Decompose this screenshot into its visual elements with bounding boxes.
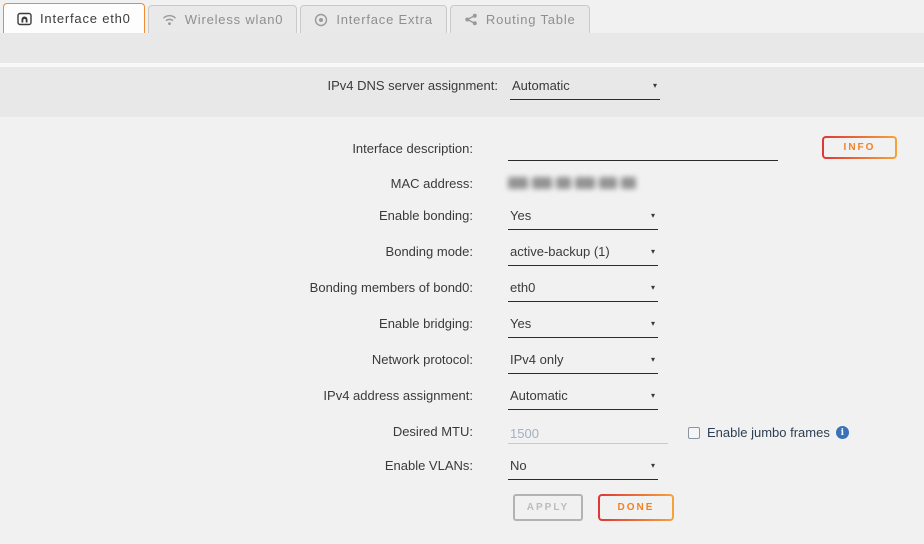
tab-label: Interface eth0 bbox=[40, 11, 131, 26]
ipv4-assignment-label: IPv4 address assignment: bbox=[0, 388, 473, 404]
tab-interface-eth0[interactable]: Interface eth0 bbox=[3, 3, 145, 33]
tab-label: Interface Extra bbox=[336, 12, 433, 27]
dns-section: IPv4 DNS server assignment: Automatic ▾ bbox=[0, 67, 924, 117]
info-circle-icon[interactable]: i bbox=[836, 426, 849, 439]
tab-routing-table[interactable]: Routing Table bbox=[450, 5, 590, 33]
bonding-mode-select[interactable]: active-backup (1) ▾ bbox=[508, 244, 658, 266]
enable-bonding-label: Enable bonding: bbox=[0, 208, 473, 224]
ethernet-port-icon bbox=[17, 12, 32, 26]
tab-interface-extra[interactable]: Interface Extra bbox=[300, 5, 447, 33]
wifi-icon bbox=[162, 13, 177, 26]
bonding-mode-label: Bonding mode: bbox=[0, 244, 473, 260]
selected-value: IPv4 only bbox=[510, 352, 563, 368]
network-protocol-select[interactable]: IPv4 only ▾ bbox=[508, 352, 658, 374]
bonding-members-select[interactable]: eth0 ▾ bbox=[508, 280, 658, 302]
enable-bridging-select[interactable]: Yes ▾ bbox=[508, 316, 658, 338]
interface-form: Interface description: INFO MAC address:… bbox=[0, 117, 924, 531]
section-spacer-band bbox=[0, 33, 924, 63]
selected-value: No bbox=[510, 458, 527, 474]
network-protocol-label: Network protocol: bbox=[0, 352, 473, 368]
selected-value: Yes bbox=[510, 316, 531, 332]
selected-value: active-backup (1) bbox=[510, 244, 610, 260]
selected-value: Automatic bbox=[512, 78, 570, 94]
apply-button[interactable]: APPLY bbox=[513, 494, 583, 521]
bonding-members-label: Bonding members of bond0: bbox=[0, 280, 473, 296]
tab-label: Wireless wlan0 bbox=[185, 12, 284, 27]
interface-description-label: Interface description: bbox=[0, 141, 473, 157]
chevron-down-icon: ▾ bbox=[651, 355, 655, 365]
selected-value: eth0 bbox=[510, 280, 535, 296]
target-icon bbox=[314, 13, 328, 27]
mac-address-redacted-value bbox=[508, 177, 636, 189]
chevron-down-icon: ▾ bbox=[651, 319, 655, 329]
tab-bar: Interface eth0 Wireless wlan0 Interface … bbox=[0, 0, 924, 33]
enable-bonding-select[interactable]: Yes ▾ bbox=[508, 208, 658, 230]
chevron-down-icon: ▾ bbox=[653, 81, 657, 91]
selected-value: Yes bbox=[510, 208, 531, 224]
selected-value: Automatic bbox=[510, 388, 568, 404]
enable-vlans-label: Enable VLANs: bbox=[0, 458, 473, 474]
chevron-down-icon: ▾ bbox=[651, 283, 655, 293]
enable-vlans-select[interactable]: No ▾ bbox=[508, 458, 658, 480]
desired-mtu-label: Desired MTU: bbox=[0, 424, 473, 440]
jumbo-frames-label: Enable jumbo frames bbox=[707, 425, 830, 440]
ipv4-assignment-select[interactable]: Automatic ▾ bbox=[508, 388, 658, 410]
chevron-down-icon: ▾ bbox=[651, 247, 655, 257]
chevron-down-icon: ▾ bbox=[651, 211, 655, 221]
chevron-down-icon: ▾ bbox=[651, 391, 655, 401]
enable-bridging-label: Enable bridging: bbox=[0, 316, 473, 332]
share-nodes-icon bbox=[464, 13, 478, 26]
jumbo-frames-checkbox[interactable] bbox=[688, 427, 700, 439]
dns-assignment-select[interactable]: Automatic ▾ bbox=[510, 78, 660, 100]
mac-address-label: MAC address: bbox=[0, 176, 473, 192]
interface-description-input[interactable] bbox=[508, 141, 778, 161]
tab-label: Routing Table bbox=[486, 12, 576, 27]
done-button[interactable]: DONE bbox=[598, 494, 674, 521]
desired-mtu-input[interactable] bbox=[508, 424, 668, 444]
tab-wireless-wlan0[interactable]: Wireless wlan0 bbox=[148, 5, 298, 33]
dns-assignment-label: IPv4 DNS server assignment: bbox=[0, 78, 498, 94]
info-button[interactable]: INFO bbox=[822, 136, 897, 159]
chevron-down-icon: ▾ bbox=[651, 461, 655, 471]
